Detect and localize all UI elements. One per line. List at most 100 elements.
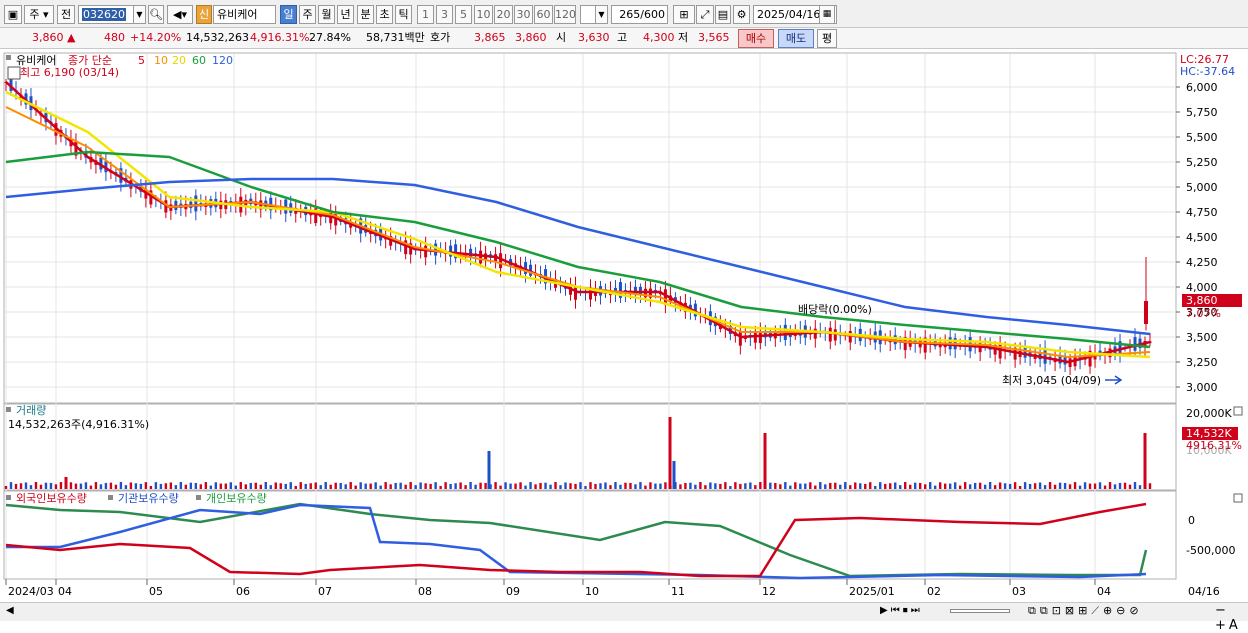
volume-bar xyxy=(249,482,252,489)
volume-bar xyxy=(889,483,892,489)
volume-panel-close-icon[interactable] xyxy=(1233,406,1243,416)
zoom-icon[interactable] xyxy=(7,66,21,80)
volume-bar xyxy=(24,482,28,489)
volume-bar xyxy=(44,482,48,489)
playback-controls-icon[interactable]: ▶⏮⏹⏭ xyxy=(880,605,923,616)
volume-bar xyxy=(184,484,188,489)
legend-ma60: 60 xyxy=(192,54,206,67)
volume-bar xyxy=(19,483,23,489)
volume-bar xyxy=(874,485,877,489)
holdings-legend-marker xyxy=(6,495,11,500)
count-input[interactable]: 265/600 xyxy=(611,5,668,24)
period-month-button[interactable]: 월 xyxy=(318,5,335,24)
volume-bar xyxy=(794,482,797,489)
volume-bar xyxy=(34,482,38,489)
holdings-legend-marker-3 xyxy=(196,495,201,500)
volume-bar xyxy=(389,484,392,489)
buy-button[interactable]: 매수 xyxy=(738,29,774,48)
interval-10-button[interactable]: 10 xyxy=(474,5,493,24)
chart-scroll-bar[interactable]: ◀ ▶⏮⏹⏭ ⧉⧉⊡⊠⊞⟋⊕⊖⊘ −+A xyxy=(0,602,1248,633)
volume-bar xyxy=(299,482,302,489)
period-select[interactable]: 주 ▾ xyxy=(24,5,54,24)
holdings-panel[interactable] xyxy=(3,490,1177,580)
volume-bar xyxy=(1003,483,1007,489)
candle-body xyxy=(424,245,428,258)
stock-chart[interactable]: 6,000 5,750 5,500 5,250 5,000 4,750 4,500 4,250… xyxy=(0,50,1248,602)
volume-bar xyxy=(774,482,777,489)
chart-area[interactable]: 6,000 5,750 5,500 5,250 5,000 4,750 4,500 4,250… xyxy=(0,50,1248,602)
volume-spike-bar xyxy=(763,433,767,489)
interval-3-button[interactable]: 3 xyxy=(436,5,453,24)
gear-icon[interactable]: ⚙ xyxy=(733,5,750,24)
volume-bar xyxy=(1138,485,1142,489)
volume-bar xyxy=(259,484,262,489)
interval-1-button[interactable]: 1 xyxy=(417,5,434,24)
window-menu-icon[interactable]: ▣ xyxy=(4,5,22,24)
volume-bar xyxy=(519,482,522,489)
low-price: 3,565 xyxy=(698,31,730,44)
speaker-icon[interactable]: ◀▾ xyxy=(167,5,193,24)
ask-price: 3,865 xyxy=(474,31,506,44)
interval-30-button[interactable]: 30 xyxy=(514,5,533,24)
chart-toolbar: ▣ 주 ▾ 전 032620 ▼ 🔍︎ ◀▾ 신 유비케어 일 주 월 년 분 … xyxy=(0,0,1248,28)
volume-bar xyxy=(59,482,63,489)
volume-bar xyxy=(769,482,772,489)
volume-bar xyxy=(484,482,487,489)
volume-bar xyxy=(89,485,93,489)
candle-body xyxy=(194,195,198,212)
volume-bar xyxy=(529,482,532,489)
period-year-button[interactable]: 년 xyxy=(337,5,354,24)
period-minute-button[interactable]: 분 xyxy=(357,5,374,24)
sell-button[interactable]: 매도 xyxy=(778,29,814,48)
eval-button[interactable]: 평 xyxy=(817,29,837,48)
search-icon[interactable]: 🔍︎ xyxy=(148,5,164,24)
volume-bar xyxy=(899,485,902,489)
volume-bar xyxy=(943,483,947,489)
prev-button[interactable]: 전 xyxy=(57,5,75,24)
holdings-panel-close-icon[interactable] xyxy=(1233,493,1243,503)
legend-ma20: 20 xyxy=(172,54,186,67)
save-icon[interactable]: ▤ xyxy=(715,5,731,24)
volume-bar xyxy=(1023,482,1027,489)
scroll-left-icon[interactable]: ◀ xyxy=(6,605,14,616)
volume-bar xyxy=(154,482,158,489)
interval-120-button[interactable]: 120 xyxy=(554,5,576,24)
price-tick-label: 5,500 xyxy=(1186,131,1218,144)
volume-bar xyxy=(914,482,917,489)
chart-settings-icon[interactable]: ⊞ xyxy=(673,5,695,24)
volume-bar xyxy=(39,484,43,489)
period-second-button[interactable]: 초 xyxy=(376,5,393,24)
interval-5-button[interactable]: 5 xyxy=(455,5,472,24)
volume-bar xyxy=(963,482,967,489)
volume-bar xyxy=(444,482,447,489)
candle-body xyxy=(1133,337,1137,351)
compare-icon[interactable]: ⤢ xyxy=(696,5,714,24)
interval-60-button[interactable]: 60 xyxy=(534,5,553,24)
stock-name-field[interactable]: 유비케어 xyxy=(213,5,276,24)
zoom-slider[interactable] xyxy=(950,609,1010,613)
volume-panel[interactable] xyxy=(3,403,1177,491)
price-tick-label: 4,500 xyxy=(1186,231,1218,244)
period-day-button[interactable]: 일 xyxy=(280,5,297,24)
volume-bar xyxy=(174,485,178,489)
candle-body xyxy=(479,250,483,264)
volume-bar xyxy=(234,485,237,489)
calendar-icon[interactable]: ▦ xyxy=(819,5,835,24)
volume-bar xyxy=(923,484,927,489)
volume-bar xyxy=(684,482,687,489)
stock-code-dropdown-icon[interactable]: ▼ xyxy=(133,5,146,24)
period-tick-button[interactable]: 틱 xyxy=(395,5,412,24)
chart-tools-icon[interactable]: ⧉⧉⊡⊠⊞⟋⊕⊖⊘ xyxy=(1028,604,1143,618)
price-tick-label: 5,000 xyxy=(1186,181,1218,194)
period-week-button[interactable]: 주 xyxy=(299,5,316,24)
volume-bar xyxy=(339,482,342,489)
volume-bar xyxy=(744,483,747,489)
custom-interval-dropdown-icon[interactable]: ▼ xyxy=(595,5,608,24)
volume-bar xyxy=(704,485,707,489)
zoom-controls-icon[interactable]: −+A xyxy=(1215,603,1248,633)
volume-bar xyxy=(784,482,787,489)
price-tick-label: 6,000 xyxy=(1186,81,1218,94)
interval-20-button[interactable]: 20 xyxy=(494,5,513,24)
volume-bar xyxy=(734,482,737,489)
volume-bar xyxy=(604,482,607,489)
